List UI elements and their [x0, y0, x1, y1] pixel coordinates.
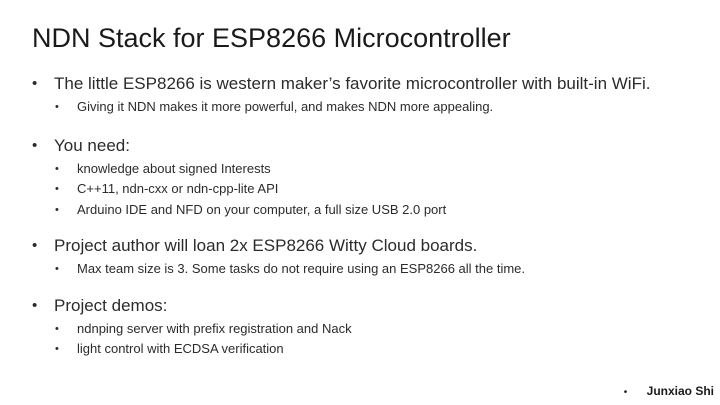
slide-title: NDN Stack for ESP8266 Microcontroller [32, 23, 511, 53]
sub-bullet-text: C++11, ndn-cxx or ndn-cpp-lite API [77, 181, 279, 196]
sub-bullet-icon: • [55, 101, 59, 113]
sub-bullet-text: Arduino IDE and NFD on your computer, a … [77, 201, 447, 217]
sub-bullet-item: • knowledge about signed Interests [32, 159, 702, 180]
sub-bullet-item: • light control with ECDSA verification [32, 339, 702, 360]
sub-bullet-icon: • [55, 203, 59, 216]
bullet-icon: • [32, 296, 38, 314]
sub-bullet-item: • Giving it NDN makes it more powerful, … [32, 97, 702, 118]
sub-bullet-item: • Arduino IDE and NFD on your computer, … [32, 200, 702, 221]
bullet-text: Project author will loan 2x ESP8266 Witt… [54, 236, 478, 255]
bullet-icon: • [32, 75, 38, 92]
bullet-section: • Project author will loan 2x ESP8266 Wi… [32, 234, 702, 280]
bullet-icon: • [32, 237, 38, 254]
sub-bullet-text: Max team size is 3. Some tasks do not re… [77, 261, 526, 276]
slide-footer: • Junxiao Shi [624, 383, 714, 401]
bullet-text: The little ESP8266 is western maker’s fa… [54, 74, 651, 93]
sub-bullet-icon: • [55, 183, 59, 195]
sub-bullet-item: • C++11, ndn-cxx or ndn-cpp-lite API [32, 179, 702, 200]
sub-bullet-text: ndnping server with prefix registration … [77, 320, 352, 336]
bullet-item: • Project author will loan 2x ESP8266 Wi… [32, 234, 702, 258]
bullet-section: • The little ESP8266 is western maker’s … [32, 72, 702, 118]
bullet-section: • Project demos: • ndnping server with p… [32, 294, 702, 360]
sub-bullet-icon: • [55, 343, 59, 355]
bullet-item: • You need: [32, 134, 702, 158]
sub-bullet-item: • ndnping server with prefix registratio… [32, 319, 702, 340]
bullet-text: Project demos: [54, 295, 168, 315]
footer-bullet-icon: • [623, 387, 628, 398]
bullet-text: You need: [54, 135, 130, 155]
sub-bullet-icon: • [55, 162, 59, 175]
bullet-item: • Project demos: [32, 294, 702, 318]
slide-content: • The little ESP8266 is western maker’s … [32, 72, 702, 374]
bullet-icon: • [32, 136, 38, 154]
slide: NDN Stack for ESP8266 Microcontroller • … [0, 0, 720, 405]
sub-bullet-item: • Max team size is 3. Some tasks do not … [32, 259, 702, 280]
sub-bullet-icon: • [55, 263, 59, 275]
sub-bullet-text: Giving it NDN makes it more powerful, an… [77, 99, 494, 114]
bullet-section: • You need: • knowledge about signed Int… [32, 134, 702, 221]
bullet-item: • The little ESP8266 is western maker’s … [32, 72, 702, 96]
author-name: Junxiao Shi [646, 384, 714, 398]
sub-bullet-text: knowledge about signed Interests [77, 160, 271, 176]
sub-bullet-text: light control with ECDSA verification [77, 341, 284, 356]
sub-bullet-icon: • [55, 322, 59, 335]
